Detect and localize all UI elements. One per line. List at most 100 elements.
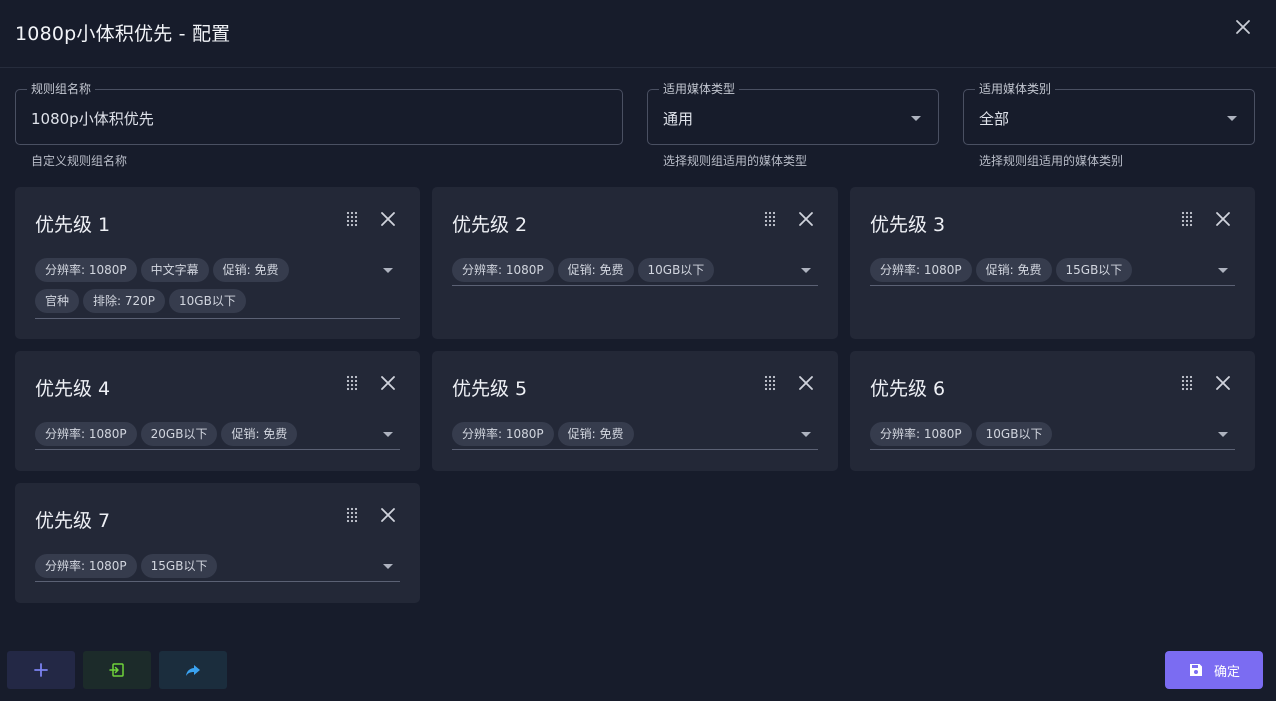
chevron-down-icon[interactable] [383, 564, 393, 569]
rule-chip[interactable]: 促销: 免费 [221, 422, 298, 446]
close-icon [799, 212, 813, 226]
close-icon [1236, 20, 1250, 34]
rule-chip[interactable]: 10GB以下 [637, 258, 715, 282]
remove-priority-button[interactable] [379, 374, 397, 392]
remove-priority-button[interactable] [379, 506, 397, 524]
priority-card: 优先级 1 分辨率: 1080P 中文字幕 促销: 免费 官种 排除: 720P… [15, 187, 420, 339]
close-icon [381, 212, 395, 226]
media-category-value: 全部 [979, 110, 1010, 128]
drag-handle-icon[interactable] [346, 507, 358, 523]
rule-chip[interactable]: 排除: 720P [83, 289, 166, 313]
rule-select-underline [35, 449, 400, 450]
remove-priority-button[interactable] [1214, 374, 1232, 392]
dialog-title: 1080p小体积优先 - 配置 [15, 23, 231, 45]
add-priority-button[interactable] [7, 651, 75, 689]
rule-group-name-field[interactable]: 规则组名称 1080p小体积优先 [15, 82, 623, 145]
rule-chip[interactable]: 分辨率: 1080P [35, 554, 137, 578]
rule-chip[interactable]: 15GB以下 [140, 554, 218, 578]
chevron-down-icon [1227, 116, 1237, 121]
priority-card: 优先级 4 分辨率: 1080P 20GB以下 促销: 免费 [15, 351, 420, 471]
rule-chip[interactable]: 促销: 免费 [557, 258, 634, 282]
drag-handle-icon[interactable] [1181, 375, 1193, 391]
close-icon [1216, 212, 1230, 226]
close-icon [1216, 376, 1230, 390]
close-icon [799, 376, 813, 390]
close-icon [381, 508, 395, 522]
rule-chips: 分辨率: 1080P 促销: 免费 [452, 422, 634, 446]
chevron-down-icon[interactable] [383, 268, 393, 273]
priority-card: 优先级 7 分辨率: 1080P 15GB以下 [15, 483, 420, 603]
rule-chip[interactable]: 分辨率: 1080P [35, 422, 137, 446]
chevron-down-icon[interactable] [1218, 268, 1228, 273]
media-type-hint: 选择规则组适用的媒体类型 [663, 154, 808, 168]
media-type-select[interactable]: 适用媒体类型 通用 [647, 82, 939, 145]
share-button[interactable] [159, 651, 227, 689]
close-icon [381, 376, 395, 390]
rule-group-name-input[interactable]: 1080p小体积优先 [31, 108, 154, 129]
save-icon [1189, 664, 1202, 676]
media-category-label: 适用媒体类别 [975, 82, 1056, 96]
rule-group-config-dialog: 1080p小体积优先 - 配置 规则组名称 1080p小体积优先 自定义规则组名… [0, 0, 1276, 701]
rule-chip[interactable]: 官种 [35, 289, 80, 313]
chevron-down-icon[interactable] [1218, 432, 1228, 437]
drag-handle-icon[interactable] [764, 375, 776, 391]
rule-chip[interactable]: 10GB以下 [169, 289, 246, 313]
rule-chips: 分辨率: 1080P 中文字幕 促销: 免费 [35, 258, 289, 282]
drag-handle-icon[interactable] [346, 211, 358, 227]
rule-chips: 分辨率: 1080P 促销: 免费 10GB以下 [452, 258, 715, 282]
media-type-value: 通用 [663, 110, 694, 128]
priority-card: 优先级 6 分辨率: 1080P 10GB以下 [850, 351, 1255, 471]
rule-chip[interactable]: 10GB以下 [975, 422, 1053, 446]
remove-priority-button[interactable] [1214, 210, 1232, 228]
priority-card: 优先级 5 分辨率: 1080P 促销: 免费 [432, 351, 838, 471]
priority-title: 优先级 1 [35, 214, 111, 236]
chevron-down-icon [911, 116, 921, 121]
chevron-down-icon[interactable] [801, 432, 811, 437]
priority-title: 优先级 6 [870, 378, 946, 400]
import-button[interactable] [83, 651, 151, 689]
plus-icon [34, 663, 48, 677]
rule-chips: 分辨率: 1080P 促销: 免费 15GB以下 [870, 258, 1133, 282]
remove-priority-button[interactable] [797, 210, 815, 228]
drag-handle-icon[interactable] [346, 375, 358, 391]
rule-select-underline [452, 449, 818, 450]
priority-title: 优先级 4 [35, 378, 111, 400]
rule-chip[interactable]: 分辨率: 1080P [35, 258, 137, 282]
rule-chip[interactable]: 15GB以下 [1055, 258, 1133, 282]
chevron-down-icon[interactable] [801, 268, 811, 273]
rule-chip[interactable]: 促销: 免费 [975, 258, 1052, 282]
rule-chip[interactable]: 分辨率: 1080P [452, 422, 554, 446]
priority-title: 优先级 5 [452, 378, 528, 400]
remove-priority-button[interactable] [797, 374, 815, 392]
rule-chip[interactable]: 20GB以下 [140, 422, 218, 446]
remove-priority-button[interactable] [379, 210, 397, 228]
rule-chip[interactable]: 中文字幕 [140, 258, 209, 282]
rule-chip[interactable]: 分辨率: 1080P [452, 258, 554, 282]
drag-handle-icon[interactable] [764, 211, 776, 227]
import-icon [109, 663, 124, 677]
rule-select-underline [35, 581, 400, 582]
media-category-select[interactable]: 适用媒体类别 全部 [963, 82, 1255, 145]
rule-select-underline [870, 285, 1235, 286]
rule-chip[interactable]: 分辨率: 1080P [870, 258, 972, 282]
rule-chip[interactable]: 促销: 免费 [212, 258, 289, 282]
chevron-down-icon[interactable] [383, 432, 393, 437]
confirm-button[interactable]: 确定 [1165, 651, 1263, 689]
media-type-label: 适用媒体类型 [659, 82, 740, 96]
close-dialog-button[interactable] [1232, 16, 1254, 38]
drag-handle-icon[interactable] [1181, 211, 1193, 227]
dialog-header: 1080p小体积优先 - 配置 [0, 0, 1276, 68]
priority-card: 优先级 2 分辨率: 1080P 促销: 免费 10GB以下 [432, 187, 838, 339]
rule-chips: 分辨率: 1080P 20GB以下 促销: 免费 [35, 422, 298, 446]
confirm-label: 确定 [1213, 664, 1240, 680]
rule-select-underline [35, 318, 400, 319]
rule-chips: 官种 排除: 720P 10GB以下 [35, 289, 246, 313]
rule-group-name-hint: 自定义规则组名称 [31, 154, 128, 168]
rule-chip[interactable]: 促销: 免费 [557, 422, 634, 446]
media-category-hint: 选择规则组适用的媒体类别 [979, 154, 1124, 168]
priority-title: 优先级 7 [35, 510, 111, 532]
rule-group-name-label: 规则组名称 [27, 82, 96, 96]
rule-chip[interactable]: 分辨率: 1080P [870, 422, 972, 446]
priority-title: 优先级 3 [870, 214, 946, 236]
priority-title: 优先级 2 [452, 214, 528, 236]
